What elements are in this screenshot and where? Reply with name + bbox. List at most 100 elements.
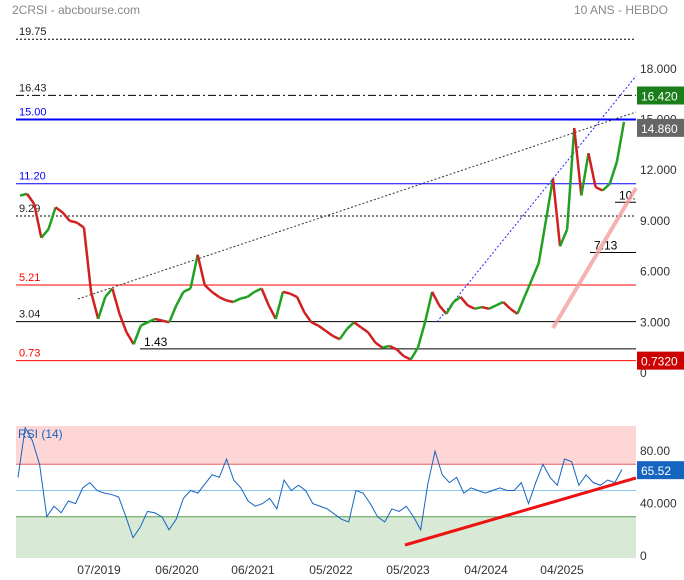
- price-candle: [267, 304, 277, 320]
- level-label: 5.21: [19, 272, 40, 284]
- level-label: 11.20: [19, 171, 46, 183]
- price-candle: [580, 153, 590, 196]
- price-candle: [40, 228, 50, 239]
- price-candle: [168, 304, 178, 323]
- price-candle: [246, 290, 256, 298]
- price-candle: [295, 296, 306, 313]
- price-candle: [76, 221, 85, 229]
- price-and-rsi-chart: 19.7516.4315.0011.209.295.213.040.731.43…: [16, 26, 684, 577]
- price-candle: [395, 348, 405, 358]
- level-label: 0.73: [19, 348, 40, 360]
- price-candle: [595, 185, 604, 192]
- level-label: 3.04: [19, 309, 40, 321]
- price-candle: [19, 192, 28, 197]
- rsi-oversold-zone: [16, 516, 636, 558]
- level-label: 16.43: [19, 82, 47, 94]
- price-axis-tick: 18.000: [640, 62, 677, 76]
- price-candle: [509, 307, 519, 315]
- rsi-badge-label: 65.52: [641, 464, 671, 478]
- price-badge-label: 16.420: [641, 90, 678, 104]
- rsi-overbought-zone: [16, 426, 636, 465]
- price-candle: [488, 304, 497, 310]
- price-candle: [438, 304, 448, 315]
- x-axis-tick: 07/2019: [77, 563, 121, 577]
- price-candle: [601, 182, 611, 192]
- price-candle: [353, 321, 362, 329]
- price-candle: [232, 297, 241, 304]
- price-axis-tick: 6.000: [640, 265, 670, 279]
- price-candle: [374, 341, 384, 349]
- price-candle: [317, 324, 327, 332]
- x-axis-tick: 04/2025: [540, 563, 584, 577]
- price-badge-label: 0.7320: [641, 355, 678, 369]
- price-axis-tick: 12.000: [640, 163, 677, 177]
- price-candle: [69, 219, 78, 224]
- price-badge-label: 14.860: [641, 122, 678, 136]
- price-candle: [47, 206, 57, 230]
- price-candle: [587, 153, 597, 188]
- price-candle: [175, 291, 185, 306]
- price-candle: [467, 304, 476, 310]
- price-candle: [338, 328, 348, 340]
- price-candle: [409, 347, 420, 361]
- price-candle: [303, 311, 313, 324]
- price-candle: [416, 321, 427, 348]
- price-candle: [615, 121, 626, 162]
- price-candle: [203, 284, 213, 293]
- price-candle: [544, 178, 555, 222]
- price-candle: [495, 300, 504, 307]
- x-axis-tick: 06/2021: [231, 563, 275, 577]
- x-axis-tick: 05/2023: [386, 563, 430, 577]
- price-candle: [182, 287, 192, 294]
- price-candle: [423, 291, 434, 323]
- x-axis-tick: 05/2022: [309, 563, 353, 577]
- price-candle: [403, 354, 412, 361]
- trendline-pink: [551, 186, 638, 330]
- price-candle: [218, 295, 227, 302]
- price-candle: [118, 313, 128, 333]
- price-candle: [274, 291, 285, 320]
- price-candle: [61, 211, 71, 222]
- rsi-title: RSI (14): [18, 427, 63, 441]
- price-candle: [474, 305, 483, 310]
- price-candle: [565, 127, 576, 230]
- price-candle: [459, 296, 469, 307]
- short-level-label: 1.43: [144, 335, 168, 349]
- price-candle: [537, 220, 548, 264]
- rsi-axis-tick: 80.00: [640, 444, 670, 458]
- price-candle: [310, 321, 319, 327]
- price-candle: [211, 290, 220, 298]
- price-candle: [196, 254, 206, 286]
- price-axis-tick: 9.000: [640, 214, 670, 228]
- price-candle: [367, 331, 377, 344]
- price-axis-tick: 3.000: [640, 315, 670, 329]
- chart-window: 2CRSI - abcbourse.com 10 ANS - HEBDO 19.…: [0, 0, 684, 580]
- price-candle: [558, 228, 569, 247]
- level-label: 19.75: [19, 26, 47, 38]
- price-candle: [82, 227, 93, 293]
- price-candle: [54, 206, 64, 214]
- price-candle: [523, 279, 533, 298]
- price-candle: [161, 319, 170, 324]
- rsi-axis-tick: 40.000: [640, 497, 677, 511]
- price-candle: [289, 292, 298, 299]
- price-candle: [96, 296, 107, 320]
- price-candle: [573, 127, 583, 196]
- price-candle: [225, 299, 234, 304]
- price-candle: [452, 295, 462, 304]
- price-candle: [282, 290, 291, 295]
- price-candle: [189, 254, 199, 289]
- rsi-axis-tick: 0: [640, 549, 647, 563]
- price-candle: [332, 334, 341, 341]
- price-candle: [608, 161, 619, 185]
- x-axis-tick: 06/2020: [155, 563, 199, 577]
- price-candle: [530, 262, 540, 281]
- price-candle: [154, 317, 163, 322]
- price-candle: [516, 296, 526, 315]
- level-label: 15.00: [19, 107, 47, 119]
- price-candle: [551, 178, 562, 247]
- price-candle: [132, 325, 142, 345]
- price-candle: [502, 301, 512, 310]
- price-candle: [125, 331, 135, 345]
- x-axis-tick: 04/2024: [464, 563, 508, 577]
